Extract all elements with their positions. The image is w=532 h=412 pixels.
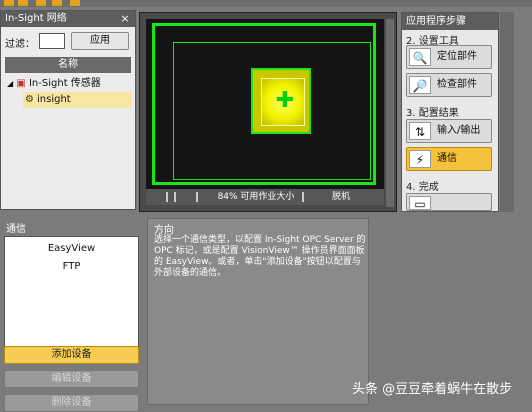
viewer-scrollbar[interactable]: [386, 19, 394, 207]
button-label: 检查部件: [437, 79, 477, 90]
collapse-icon[interactable]: ◢: [7, 79, 13, 88]
button-label: 输入/输出: [437, 125, 481, 136]
inspect-icon: 🔎: [409, 76, 431, 94]
network-icon: ▣: [16, 78, 26, 89]
chip-part: ✚: [251, 68, 311, 134]
panel-title: 通信: [6, 224, 26, 235]
locate-part-button[interactable]: 🔍 定位部件: [406, 45, 492, 69]
direction-panel: 方向 选择一个通信类型，以配置 In-Sight OPC Server 的 OP…: [147, 218, 369, 405]
toolbar-icon[interactable]: [4, 0, 14, 6]
toolbar-icon[interactable]: [52, 0, 62, 6]
delete-device-button[interactable]: 删除设备: [4, 394, 139, 412]
communication-panel: 通信 EasyView FTP 添加设备 编辑设备 删除设备: [0, 214, 143, 412]
tree-item-sensors[interactable]: ◢ ▣ In-Sight 传感器: [7, 76, 131, 92]
crosshair-icon: ✚: [275, 88, 295, 113]
input-output-button[interactable]: ⇅ 输入/输出: [406, 119, 492, 143]
panel-title: 应用程序步骤: [402, 13, 498, 30]
device-list[interactable]: EasyView FTP: [4, 236, 139, 354]
io-arrows-icon: ⇅: [409, 122, 431, 140]
inspect-part-button[interactable]: 🔎 检查部件: [406, 73, 492, 97]
filter-input[interactable]: [39, 33, 65, 49]
button-label: 通信: [437, 153, 457, 164]
roi-region-outer[interactable]: ✚: [152, 23, 376, 185]
zoom-level: 84% 可用作业大小: [217, 192, 295, 202]
status-divider: [174, 192, 176, 202]
toolbar-icon[interactable]: [36, 0, 46, 6]
finish-icon: ▭: [409, 196, 431, 211]
list-item[interactable]: EasyView: [5, 243, 138, 254]
watermark: 头条 @豆豆牵着蜗牛在散步: [352, 382, 513, 397]
add-device-button[interactable]: 添加设备: [4, 346, 139, 364]
network-panel: In-Sight 网络 × 过滤： 应用 名称 ◢ ▣ In-Sight 传感器…: [0, 10, 136, 210]
steps-scrollbar[interactable]: [500, 12, 514, 212]
panel-title: 方向: [154, 225, 174, 236]
step-section-3: 3. 配置结果: [406, 108, 459, 119]
list-item[interactable]: FTP: [5, 261, 138, 272]
toolbar-icon[interactable]: [18, 0, 28, 6]
application-steps-panel: 应用程序步骤 2. 设置工具 🔍 定位部件 🔎 检查部件 3. 配置结果 ⇅ 输…: [401, 12, 499, 212]
column-header[interactable]: 名称: [5, 57, 131, 73]
online-status: 脱机: [331, 192, 350, 202]
status-divider: [196, 192, 198, 202]
chip-die: ✚: [261, 78, 305, 126]
status-divider: [302, 192, 304, 202]
filter-label: 过滤：: [5, 39, 35, 50]
image-canvas[interactable]: ✚: [146, 19, 384, 189]
button-label: 定位部件: [437, 51, 477, 62]
finish-step-button[interactable]: ▭: [406, 193, 492, 211]
image-viewer: ✚ 84% 可用作业大小 脱机: [139, 12, 397, 212]
top-toolbar: [0, 0, 532, 7]
apply-button[interactable]: 应用: [71, 32, 129, 50]
tree-item-label: insight: [37, 94, 71, 105]
instructions-text: 选择一个通信类型，以配置 In-Sight OPC Server 的 OPC 标…: [154, 235, 366, 278]
edit-device-button[interactable]: 编辑设备: [4, 370, 139, 388]
panel-title: In-Sight 网络: [1, 11, 135, 27]
status-divider: [166, 192, 168, 202]
viewer-status-bar: 84% 可用作业大小 脱机: [146, 189, 384, 205]
magnifier-icon: 🔍: [409, 48, 431, 66]
tree-item-label: In-Sight 传感器: [28, 78, 101, 89]
step-section-4: 4. 完成: [406, 182, 439, 193]
tree-item-insight[interactable]: ⚙ insight: [23, 92, 131, 108]
camera-icon: ⚙: [25, 94, 34, 105]
close-icon[interactable]: ×: [119, 11, 131, 27]
toolbar-icon[interactable]: [70, 0, 80, 6]
communication-button[interactable]: ⚡ 通信: [406, 147, 492, 171]
network-cable-icon: ⚡: [409, 150, 431, 168]
